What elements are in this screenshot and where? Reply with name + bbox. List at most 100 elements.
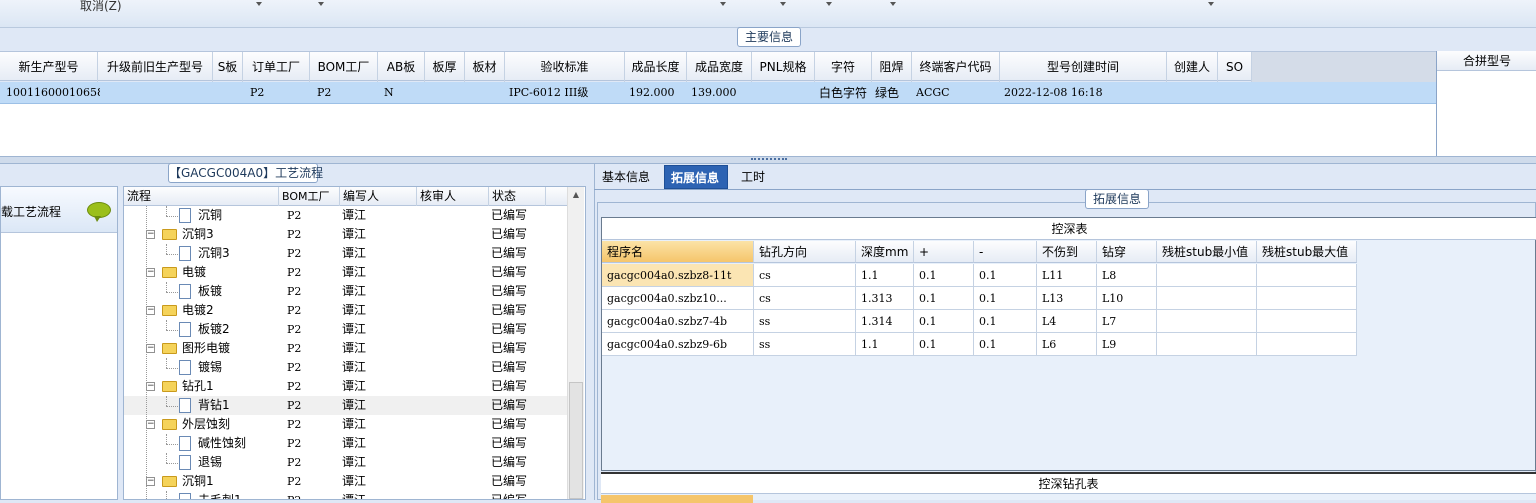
dropdown-caret-icon[interactable] xyxy=(890,2,896,6)
depth-cell[interactable]: 0.1 xyxy=(974,310,1037,333)
depth-col-header[interactable]: 残桩stub最小值 xyxy=(1157,241,1257,263)
tab-basic-info[interactable]: 基本信息 xyxy=(596,165,654,189)
depth-cell[interactable]: ss xyxy=(754,333,856,356)
depth-col-header[interactable]: 残桩stub最大值 xyxy=(1257,241,1357,263)
main-col-header[interactable]: 升级前旧生产型号 xyxy=(98,52,213,82)
main-col-header[interactable]: 板材 xyxy=(465,52,505,82)
main-col-header[interactable]: 新生产型号 xyxy=(0,52,98,82)
tree-row[interactable]: 退锡 P2 谭江 已编写 xyxy=(124,453,568,472)
scrollbar-thumb[interactable] xyxy=(569,382,583,499)
depth-cell[interactable]: 1.314 xyxy=(856,310,914,333)
depth-cell[interactable]: L9 xyxy=(1097,333,1157,356)
main-col-header[interactable]: 阻焊 xyxy=(872,52,912,82)
tree-col-header[interactable]: 状态 xyxy=(489,187,546,206)
tree-row[interactable]: 碱性蚀刻 P2 谭江 已编写 xyxy=(124,434,568,453)
depth-cell[interactable]: gacgc004a0.szbz9-6b xyxy=(602,333,754,356)
main-col-header[interactable]: 型号创建时间 xyxy=(1000,52,1167,82)
tab-extended-info[interactable]: 拓展信息 xyxy=(664,165,728,189)
tree-row[interactable]: − 外层蚀刻 P2 谭江 已编写 xyxy=(124,415,568,434)
depth-col-header[interactable]: 程序名 xyxy=(602,241,754,263)
depth-cell[interactable]: 1.313 xyxy=(856,287,914,310)
main-col-header[interactable]: 验收标准 xyxy=(505,52,625,82)
dropdown-caret-icon[interactable] xyxy=(318,2,324,6)
tree-row[interactable]: − 电镀2 P2 谭江 已编写 xyxy=(124,301,568,320)
depth-cell[interactable] xyxy=(1257,264,1357,287)
depth-col-header[interactable]: 不伤到 xyxy=(1037,241,1097,263)
tree-col-header[interactable]: 流程 xyxy=(124,187,279,206)
depth-cell[interactable] xyxy=(1257,310,1357,333)
main-col-header[interactable]: PNL规格 xyxy=(752,52,815,82)
dropdown-caret-icon[interactable] xyxy=(780,2,786,6)
collapse-toggle-icon[interactable]: − xyxy=(146,477,155,486)
depth-cell[interactable] xyxy=(1157,264,1257,287)
depth-cell[interactable] xyxy=(1157,333,1257,356)
depth-cell[interactable]: L11 xyxy=(1037,264,1097,287)
dropdown-caret-icon[interactable] xyxy=(720,2,726,6)
collapse-toggle-icon[interactable]: − xyxy=(146,344,155,353)
vertical-scrollbar[interactable]: ▲ xyxy=(567,187,584,499)
depth-cell[interactable]: L7 xyxy=(1097,310,1157,333)
depth-cell[interactable] xyxy=(1157,310,1257,333)
cancel-button[interactable]: 取消(Z) xyxy=(80,0,122,14)
collapse-toggle-icon[interactable]: − xyxy=(146,382,155,391)
depth-cell[interactable] xyxy=(1157,287,1257,310)
main-col-header[interactable]: S板 xyxy=(213,52,243,82)
depth-col-header[interactable]: 钻孔方向 xyxy=(754,241,856,263)
merge-model-header[interactable]: 合拼型号 xyxy=(1437,51,1536,71)
depth-cell[interactable]: 0.1 xyxy=(914,310,974,333)
tab-work-hours[interactable]: 工时 xyxy=(735,165,773,189)
main-col-header[interactable]: AB板 xyxy=(378,52,425,82)
tree-row[interactable]: − 沉铜1 P2 谭江 已编写 xyxy=(124,472,568,491)
tree-row[interactable]: 板镀 P2 谭江 已编写 xyxy=(124,282,568,301)
collapse-toggle-icon[interactable]: − xyxy=(146,420,155,429)
depth-cell[interactable]: 0.1 xyxy=(914,333,974,356)
depth-cell[interactable]: 0.1 xyxy=(974,264,1037,287)
depth-cell[interactable]: cs xyxy=(754,264,856,287)
dropdown-caret-icon[interactable] xyxy=(826,2,832,6)
depth-col-header[interactable]: - xyxy=(974,241,1037,263)
dropdown-caret-icon[interactable] xyxy=(1208,2,1214,6)
collapse-toggle-icon[interactable]: − xyxy=(146,230,155,239)
depth-cell[interactable]: L10 xyxy=(1097,287,1157,310)
main-col-header[interactable]: 字符 xyxy=(815,52,872,82)
main-col-header[interactable]: 成品长度 xyxy=(625,52,687,82)
tree-row[interactable]: 板镀2 P2 谭江 已编写 xyxy=(124,320,568,339)
depth-cell[interactable]: L4 xyxy=(1037,310,1097,333)
depth-cell[interactable]: 0.1 xyxy=(914,287,974,310)
main-col-header[interactable]: 订单工厂 xyxy=(243,52,310,82)
depth-cell[interactable]: L13 xyxy=(1037,287,1097,310)
scroll-up-icon[interactable]: ▲ xyxy=(568,187,584,203)
depth-cell[interactable]: gacgc004a0.szbz10... xyxy=(602,287,754,310)
load-process-flow-button[interactable]: 加载工艺流程 xyxy=(0,187,117,233)
tree-col-header[interactable]: 编写人 xyxy=(340,187,417,206)
depth-cell[interactable]: L8 xyxy=(1097,264,1157,287)
tree-row[interactable]: − 钻孔1 P2 谭江 已编写 xyxy=(124,377,568,396)
depth-cell[interactable]: 1.1 xyxy=(856,264,914,287)
depth-cell[interactable]: cs xyxy=(754,287,856,310)
depth-cell[interactable]: 0.1 xyxy=(974,333,1037,356)
tree-row[interactable]: 背钻1 P2 谭江 已编写 xyxy=(124,396,568,415)
tree-col-header[interactable]: BOM工厂 xyxy=(279,187,340,206)
depth-col-header[interactable]: 钻穿 xyxy=(1097,241,1157,263)
depth-cell[interactable]: 0.1 xyxy=(974,287,1037,310)
depth-cell[interactable]: gacgc004a0.szbz7-4b xyxy=(602,310,754,333)
collapse-toggle-icon[interactable]: − xyxy=(146,268,155,277)
depth-cell[interactable]: 0.1 xyxy=(914,264,974,287)
depth-col-header[interactable]: 深度mm xyxy=(856,241,914,263)
tree-row[interactable]: − 沉铜3 P2 谭江 已编写 xyxy=(124,225,568,244)
main-col-header[interactable]: 成品宽度 xyxy=(687,52,752,82)
tree-col-header[interactable]: 核审人 xyxy=(417,187,489,206)
depth-cell[interactable]: gacgc004a0.szbz8-11t xyxy=(602,264,754,287)
collapse-toggle-icon[interactable]: − xyxy=(146,306,155,315)
tree-row[interactable]: − 图形电镀 P2 谭江 已编写 xyxy=(124,339,568,358)
depth-drill-sorted-header[interactable] xyxy=(601,495,753,503)
main-info-data-row[interactable]: 10011600010658 P2 P2 N IPC-6012 III级 192.000 1… xyxy=(0,82,1436,104)
dropdown-caret-icon[interactable] xyxy=(256,2,262,6)
main-col-header[interactable]: 终端客户代码 xyxy=(912,52,1000,82)
splitter-grip-icon[interactable] xyxy=(751,158,787,162)
depth-col-header[interactable]: + xyxy=(914,241,974,263)
depth-cell[interactable]: L6 xyxy=(1037,333,1097,356)
main-col-header[interactable]: 创建人 xyxy=(1167,52,1218,82)
tree-row[interactable]: − 电镀 P2 谭江 已编写 xyxy=(124,263,568,282)
tree-row[interactable]: 镀锡 P2 谭江 已编写 xyxy=(124,358,568,377)
